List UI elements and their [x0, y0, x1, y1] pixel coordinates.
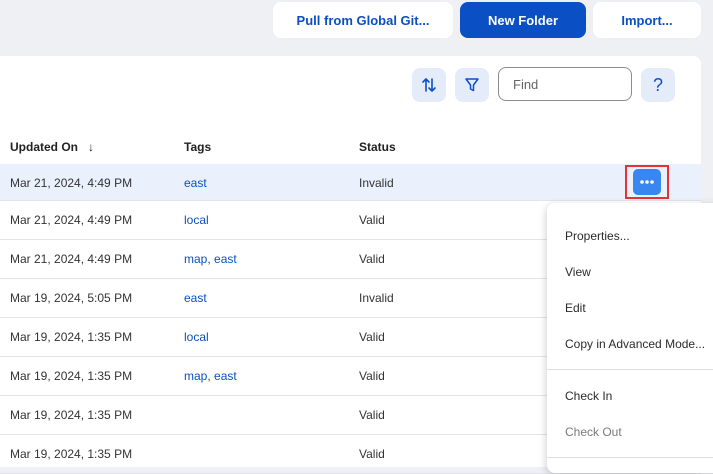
- cell-status: Valid: [359, 213, 385, 227]
- find-input[interactable]: [498, 67, 632, 101]
- sort-down-icon: ↓: [88, 140, 94, 154]
- menu-divider: [547, 369, 713, 370]
- new-folder-button[interactable]: New Folder: [460, 2, 586, 38]
- question-icon: ?: [652, 74, 663, 95]
- menu-item-copy-advanced-mode[interactable]: Copy in Advanced Mode...: [565, 337, 705, 351]
- help-button[interactable]: ?: [641, 68, 675, 102]
- tag-link[interactable]: east: [184, 291, 207, 305]
- tag-link[interactable]: east: [184, 176, 207, 190]
- cell-status: Valid: [359, 369, 385, 383]
- sort-arrows-icon: [422, 78, 436, 92]
- cell-status: Invalid: [359, 291, 394, 305]
- tag-link[interactable]: local: [184, 330, 209, 344]
- cell-tags: local: [184, 330, 209, 344]
- cell-updated-on: Mar 21, 2024, 4:49 PM: [10, 213, 133, 227]
- tag-link[interactable]: east: [214, 252, 237, 266]
- cell-updated-on: Mar 21, 2024, 4:49 PM: [10, 252, 133, 266]
- cell-updated-on: Mar 19, 2024, 1:35 PM: [10, 447, 133, 461]
- cell-updated-on: Mar 19, 2024, 1:35 PM: [10, 369, 133, 383]
- menu-divider: [547, 457, 713, 458]
- tag-separator: ,: [207, 252, 215, 266]
- cell-tags: east: [184, 291, 207, 305]
- cell-tags: local: [184, 213, 209, 227]
- highlight-box: [625, 165, 669, 199]
- table-header: Updated On ↓ Tags Status: [0, 130, 701, 165]
- row-context-menu: Properties... View Edit Copy in Advanced…: [547, 203, 713, 473]
- tag-link[interactable]: map: [184, 369, 207, 383]
- column-label: Updated On: [10, 140, 78, 154]
- cell-status: Valid: [359, 447, 385, 461]
- column-header-tags[interactable]: Tags: [184, 140, 211, 154]
- cell-updated-on: Mar 19, 2024, 5:05 PM: [10, 291, 133, 305]
- cell-updated-on: Mar 19, 2024, 1:35 PM: [10, 330, 133, 344]
- cell-tags: east: [184, 176, 207, 190]
- filter-button[interactable]: [455, 68, 489, 102]
- column-header-updated-on[interactable]: Updated On ↓: [10, 140, 94, 154]
- table-row[interactable]: Mar 21, 2024, 4:49 PM east Invalid: [0, 164, 701, 201]
- cell-tags: map, east: [184, 369, 237, 383]
- funnel-filter-icon: [465, 78, 479, 92]
- cell-updated-on: Mar 21, 2024, 4:49 PM: [10, 176, 133, 190]
- menu-item-check-out: Check Out: [565, 425, 622, 439]
- tag-link[interactable]: map: [184, 252, 207, 266]
- cell-updated-on: Mar 19, 2024, 1:35 PM: [10, 408, 133, 422]
- tag-link[interactable]: east: [214, 369, 237, 383]
- tag-link[interactable]: local: [184, 213, 209, 227]
- cell-tags: map, east: [184, 252, 237, 266]
- import-button[interactable]: Import...: [593, 2, 701, 38]
- column-header-status[interactable]: Status: [359, 140, 396, 154]
- menu-item-view[interactable]: View: [565, 265, 591, 279]
- menu-item-check-in[interactable]: Check In: [565, 389, 612, 403]
- cell-status: Valid: [359, 408, 385, 422]
- cell-status: Valid: [359, 330, 385, 344]
- cell-status: Valid: [359, 252, 385, 266]
- sort-button[interactable]: [412, 68, 446, 102]
- row-actions-button[interactable]: [633, 169, 661, 195]
- pull-from-global-git-button[interactable]: Pull from Global Git...: [273, 2, 453, 38]
- top-actions-bar: Pull from Global Git... New Folder Impor…: [0, 0, 713, 46]
- menu-item-edit[interactable]: Edit: [565, 301, 586, 315]
- tag-separator: ,: [207, 369, 215, 383]
- cell-status: Invalid: [359, 176, 394, 190]
- ellipsis-icon: [640, 180, 654, 184]
- menu-item-properties[interactable]: Properties...: [565, 229, 630, 243]
